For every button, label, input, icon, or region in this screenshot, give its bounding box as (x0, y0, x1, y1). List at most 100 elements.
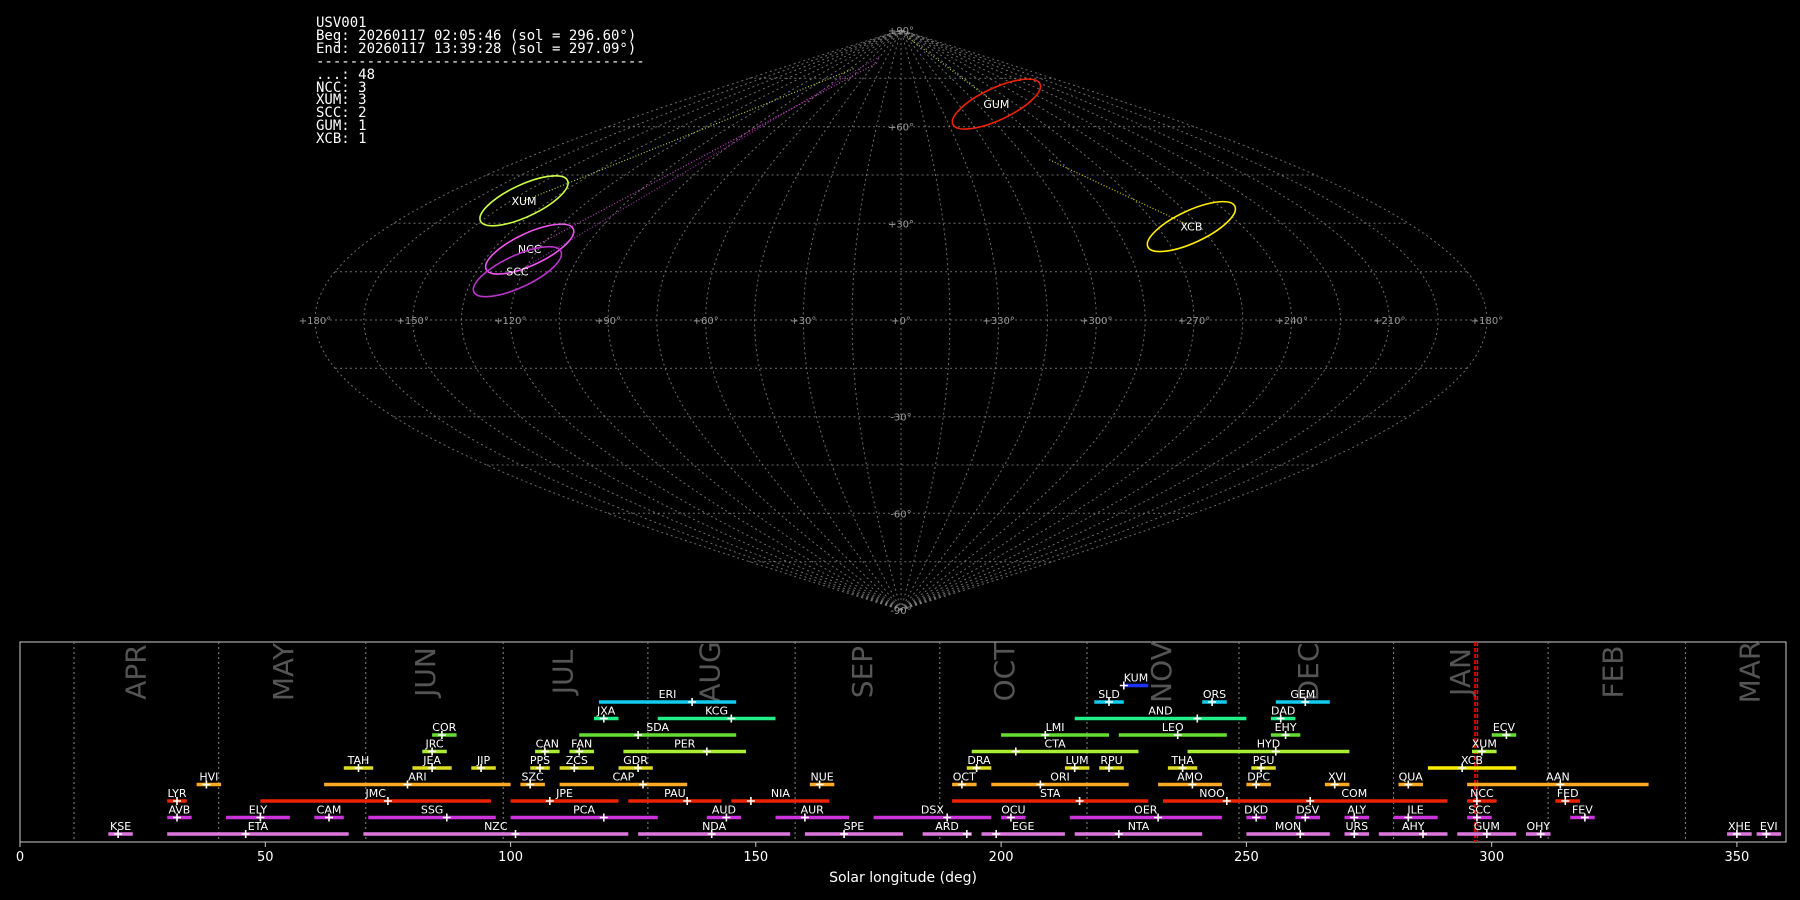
shower-label: MON (1275, 820, 1301, 833)
shower-label: JMC (364, 787, 386, 800)
lon-tick-label: +150° (396, 316, 428, 327)
meteor-trail (529, 61, 879, 250)
shower-label: PER (674, 738, 696, 751)
shower-peak-marker (1472, 813, 1481, 822)
shower-label: ALY (1347, 804, 1366, 817)
shower-peak-marker (702, 747, 711, 756)
shower-peak-marker (707, 830, 716, 838)
shower-peak-marker (114, 830, 123, 838)
shower-peak-marker (256, 813, 265, 822)
shower-label: QUA (1399, 771, 1424, 784)
lat-tick-label: -90° (890, 606, 911, 617)
x-tick-label: 150 (743, 850, 768, 865)
month-label: NOV (1145, 641, 1178, 703)
lat-tick-label: +90° (888, 26, 914, 37)
shower-peak-marker (1561, 797, 1570, 805)
month-label: FEB (1596, 645, 1629, 698)
shower-peak-marker (1732, 830, 1741, 838)
shower-label: JPE (555, 787, 573, 800)
shower-peak-marker (727, 714, 736, 723)
shower-peak-marker (1036, 780, 1045, 789)
month-label: DEC (1292, 643, 1325, 702)
lon-tick-label: +120° (494, 316, 526, 327)
shower-peak-marker (1458, 764, 1467, 772)
shower-peak-marker (1257, 764, 1266, 772)
month-label: JUL (547, 649, 580, 696)
lon-tick-label: +60° (693, 316, 719, 327)
timeline-frame (19, 641, 1787, 843)
shower-peak-marker (1350, 813, 1359, 822)
shower-peak-marker (545, 797, 554, 805)
shower-peak-marker (1178, 764, 1187, 772)
shower-peak-marker (1271, 747, 1280, 756)
shower-peak-marker (526, 780, 535, 789)
lat-tick-label: -60° (890, 509, 911, 520)
lon-tick-label: +210° (1373, 316, 1405, 327)
shower-label: JRC (424, 738, 443, 751)
shower-peak-marker (943, 813, 952, 822)
month-label: OCT (988, 642, 1021, 702)
shower-label: ZCS (566, 754, 588, 767)
shower-label: LYR (167, 787, 186, 800)
shower-peak-marker (202, 780, 211, 789)
shower-peak-marker (1404, 813, 1413, 822)
lat-tick-label: +30° (888, 219, 914, 230)
shower-peak-marker (477, 764, 486, 772)
shower-label: TAH (347, 754, 370, 767)
shower-peak-marker (536, 764, 544, 772)
shower-label: JXA (596, 705, 616, 718)
shower-peak-marker (428, 747, 437, 756)
x-tick-label: 250 (1234, 850, 1259, 865)
shower-label: FED (1557, 787, 1579, 800)
shower-peak-marker (1330, 780, 1339, 789)
shower-label: FEV (1572, 804, 1593, 817)
shower-peak-marker (383, 797, 392, 805)
shower-peak-marker (1404, 780, 1413, 789)
shower-peak-marker (428, 764, 437, 772)
shower-peak-marker (599, 813, 608, 822)
shower-peak-marker (634, 764, 643, 772)
lon-tick-label: +90° (595, 316, 621, 327)
shower-label: AAN (1546, 771, 1570, 784)
shower-peak-marker (1193, 714, 1202, 723)
shower-label: KCG (705, 705, 728, 718)
radiant-label: XCB (1180, 221, 1202, 234)
shower-label: XHE (1728, 820, 1751, 833)
shower-peak-marker (1281, 731, 1290, 739)
shower-peak-marker (1208, 698, 1217, 706)
shower-label: SZC (521, 771, 544, 784)
shower-label: SLD (1098, 688, 1120, 701)
shower-label: NUE (810, 771, 833, 784)
shower-label: AVB (168, 804, 190, 817)
shower-peak-marker (634, 731, 643, 739)
shower-peak-marker (540, 747, 549, 756)
month-label: AUG (694, 641, 727, 702)
shower-peak-marker (1580, 813, 1589, 822)
shower-peak-marker (1105, 764, 1113, 772)
shower-label: DAD (1271, 705, 1295, 718)
shower-label: JEA (422, 754, 441, 767)
shower-label: NCC (1470, 787, 1494, 800)
shower-peak-marker (1173, 731, 1182, 739)
shower-label: NDA (702, 820, 727, 833)
shower-label: NTA (1128, 820, 1150, 833)
shower-peak-marker (1350, 830, 1359, 838)
shower-peak-marker (1222, 797, 1231, 805)
shower-peak-marker (325, 813, 333, 822)
shower-label: ERI (659, 688, 677, 701)
meteor-trail (517, 55, 881, 273)
shower-peak-marker (437, 731, 446, 739)
x-tick-label: 50 (257, 850, 274, 865)
shower-label: LEO (1162, 721, 1184, 734)
shower-label: OHY (1526, 820, 1550, 833)
shower-label: NOO (1199, 787, 1225, 800)
shower-peak-marker (241, 830, 250, 838)
shower-label: LUM (1066, 754, 1089, 767)
shower-peak-marker (1472, 797, 1481, 805)
shower-label: SSG (421, 804, 444, 817)
shower-peak-marker (1306, 797, 1315, 805)
lon-tick-label: +300° (1080, 316, 1112, 327)
lat-tick-label: -30° (890, 413, 911, 424)
month-label: JUN (409, 647, 442, 699)
shower-label: DPC (1247, 771, 1270, 784)
